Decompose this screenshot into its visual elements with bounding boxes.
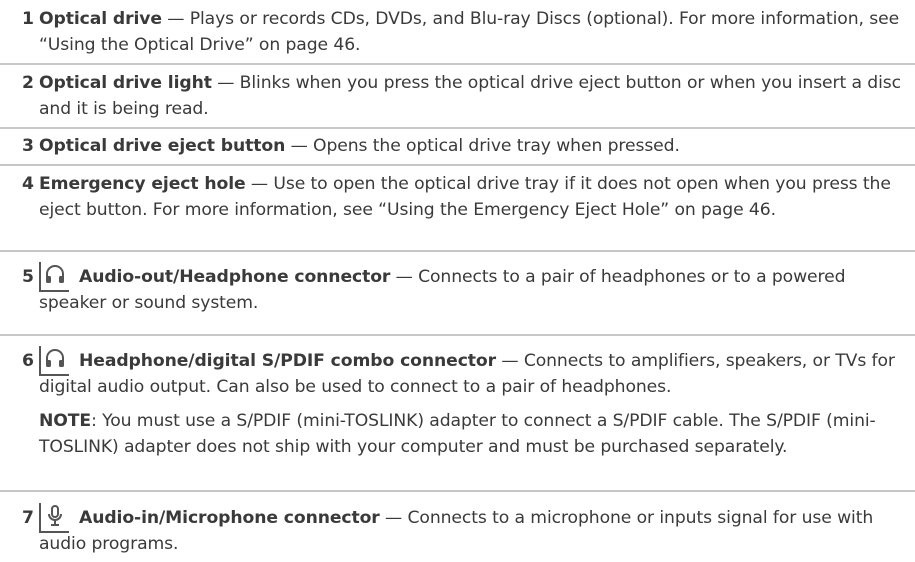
list-item: 5 Audio-out/Headphone connector — Connec… [0, 262, 915, 316]
item-number: 4 [22, 174, 34, 194]
item-number: 5 [22, 267, 34, 287]
microphone-icon [39, 503, 69, 533]
note: NOTE: You must use a S/PDIF (mini-TOSLIN… [39, 408, 909, 460]
divider [0, 250, 915, 252]
item-term: Optical drive eject button [39, 136, 286, 156]
item-term: Audio-in/Microphone connector [79, 508, 380, 528]
item-description: — Opens the optical drive tray when pres… [285, 136, 680, 156]
item-number: 1 [22, 9, 34, 29]
connector-description-list: 1 Optical drive — Plays or records CDs, … [0, 0, 915, 562]
list-item: 1 Optical drive — Plays or records CDs, … [0, 6, 915, 58]
item-number: 3 [22, 136, 34, 156]
divider [0, 164, 915, 166]
divider [0, 127, 915, 129]
item-number: 7 [22, 508, 34, 528]
headphone-icon [39, 346, 69, 376]
item-number: 6 [22, 351, 34, 371]
note-text: : You must use a S/PDIF (mini-TOSLINK) a… [39, 411, 876, 457]
list-item: 4 Emergency eject hole — Use to open the… [0, 171, 915, 223]
list-item: 2 Optical drive light — Blinks when you … [0, 70, 915, 122]
list-item: 7 Audio-in/Microphone connector — Connec… [0, 503, 915, 557]
item-term: Emergency eject hole [39, 174, 246, 194]
item-number: 2 [22, 73, 34, 93]
divider [0, 334, 915, 336]
item-term: Audio-out/Headphone connector [79, 267, 391, 287]
list-item: 6 Headphone/digital S/PDIF combo connect… [0, 346, 915, 460]
item-term: Optical drive light [39, 73, 212, 93]
note-label: NOTE [39, 411, 92, 431]
item-description: — Plays or records CDs, DVDs, and Blu-ra… [39, 9, 900, 55]
divider [0, 490, 915, 492]
headphone-icon [39, 262, 69, 292]
item-term: Optical drive [39, 9, 162, 29]
divider [0, 63, 915, 65]
list-item: 3 Optical drive eject button — Opens the… [0, 133, 915, 159]
item-term: Headphone/digital S/PDIF combo connector [79, 351, 496, 371]
